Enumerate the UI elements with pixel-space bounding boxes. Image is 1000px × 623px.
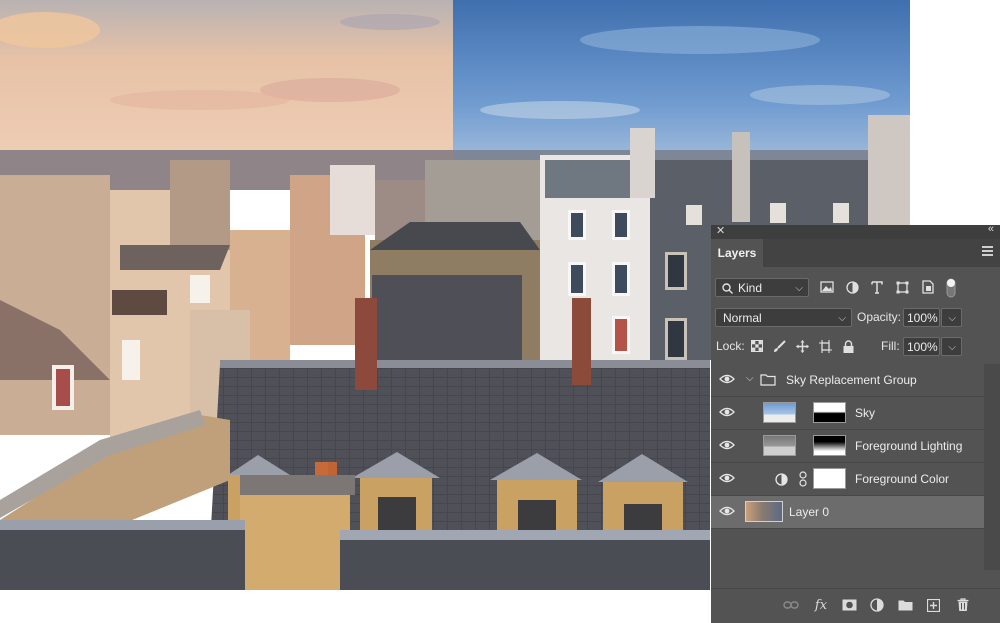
close-panel-icon[interactable]: ✕ <box>716 224 725 237</box>
layer-name: Layer 0 <box>789 505 830 519</box>
layer-thumbnail <box>763 435 796 456</box>
chevron-down-icon: ⌵ <box>795 283 803 294</box>
filter-shape-icon[interactable] <box>895 280 909 294</box>
panel-title-strip: ✕ « <box>711 223 1000 239</box>
search-icon <box>722 283 733 294</box>
layer-row-sky[interactable]: Sky <box>711 397 984 430</box>
blend-mode-value: Normal <box>723 311 762 325</box>
new-group-icon[interactable] <box>897 597 913 613</box>
blend-mode-select[interactable]: Normal ⌵ <box>715 308 852 327</box>
filter-type-icon[interactable] <box>870 280 884 294</box>
layer-name: Foreground Color <box>855 472 950 486</box>
layer-name: Sky <box>855 406 876 420</box>
eye-visibility-icon[interactable] <box>719 439 735 451</box>
new-layer-icon[interactable] <box>925 597 941 613</box>
filter-kind-select[interactable]: Kind ⌵ <box>715 278 809 297</box>
eye-visibility-icon[interactable] <box>719 505 735 517</box>
filter-kind-value: Kind <box>738 281 763 295</box>
lock-image-pixels-icon[interactable] <box>772 339 786 353</box>
layer-row-foreground-color[interactable]: Foreground Color <box>711 463 984 496</box>
layer-row-group[interactable]: ⌵ Sky Replacement Group <box>711 364 984 397</box>
filter-adjustment-icon[interactable] <box>845 280 859 294</box>
collapse-panel-icon[interactable]: « <box>988 223 994 235</box>
adjustment-layer-icon <box>775 473 788 486</box>
mask-link-icon[interactable] <box>799 471 807 487</box>
fill-dropdown-button[interactable]: ⌵ <box>941 337 962 356</box>
lock-artboard-icon[interactable] <box>818 339 832 353</box>
fill-label: Fill: <box>881 339 900 353</box>
delete-icon[interactable] <box>955 597 971 613</box>
panel-tab-bar: Layers <box>711 239 1000 267</box>
layer-list-scrollbar[interactable] <box>984 364 1000 570</box>
eye-visibility-icon[interactable] <box>719 472 735 484</box>
opacity-input[interactable]: 100% <box>903 308 940 327</box>
layer-name: Sky Replacement Group <box>786 373 917 387</box>
layer-thumbnail <box>763 402 796 423</box>
opacity-label: Opacity: <box>857 310 902 324</box>
layer-mask-thumbnail[interactable] <box>813 468 846 489</box>
chevron-down-icon[interactable]: ⌵ <box>746 373 754 384</box>
chevron-down-icon: ⌵ <box>948 313 956 324</box>
eye-visibility-icon[interactable] <box>719 373 735 385</box>
layer-row-foreground-lighting[interactable]: Foreground Lighting <box>711 430 984 463</box>
layer-thumbnail <box>745 501 783 522</box>
fill-input[interactable]: 100% <box>903 337 940 356</box>
adjustment-layer-icon[interactable] <box>869 597 885 613</box>
opacity-dropdown-button[interactable]: ⌵ <box>941 308 962 327</box>
layer-list: ⌵ Sky Replacement Group Sky Foreground L… <box>711 364 984 570</box>
folder-icon <box>760 374 776 386</box>
panel-menu-icon[interactable] <box>982 246 993 258</box>
chevron-down-icon: ⌵ <box>948 342 956 353</box>
layer-mask-thumbnail[interactable] <box>813 402 846 423</box>
link-layers-icon[interactable] <box>783 597 799 613</box>
lock-label: Lock: <box>716 339 745 353</box>
layer-row-layer-0[interactable]: Layer 0 <box>711 496 984 529</box>
chevron-down-icon: ⌵ <box>838 313 846 324</box>
add-mask-icon[interactable] <box>841 597 857 613</box>
filter-smart-object-icon[interactable] <box>921 280 935 294</box>
eye-visibility-icon[interactable] <box>719 406 735 418</box>
lock-transparent-pixels-icon[interactable] <box>750 339 764 353</box>
layer-mask-thumbnail[interactable] <box>813 435 846 456</box>
filter-pixel-icon[interactable] <box>820 280 834 294</box>
layer-name: Foreground Lighting <box>855 439 963 453</box>
layers-panel: ✕ « Layers Kind ⌵ Normal ⌵ Opacity: 100%… <box>711 223 1000 623</box>
lock-all-icon[interactable] <box>841 339 855 353</box>
filter-toggle-switch[interactable] <box>945 277 957 299</box>
layers-bottom-toolbar: fx <box>711 588 1000 623</box>
lock-position-icon[interactable] <box>795 339 809 353</box>
fx-icon[interactable]: fx <box>813 597 829 613</box>
tab-layers[interactable]: Layers <box>711 239 763 267</box>
